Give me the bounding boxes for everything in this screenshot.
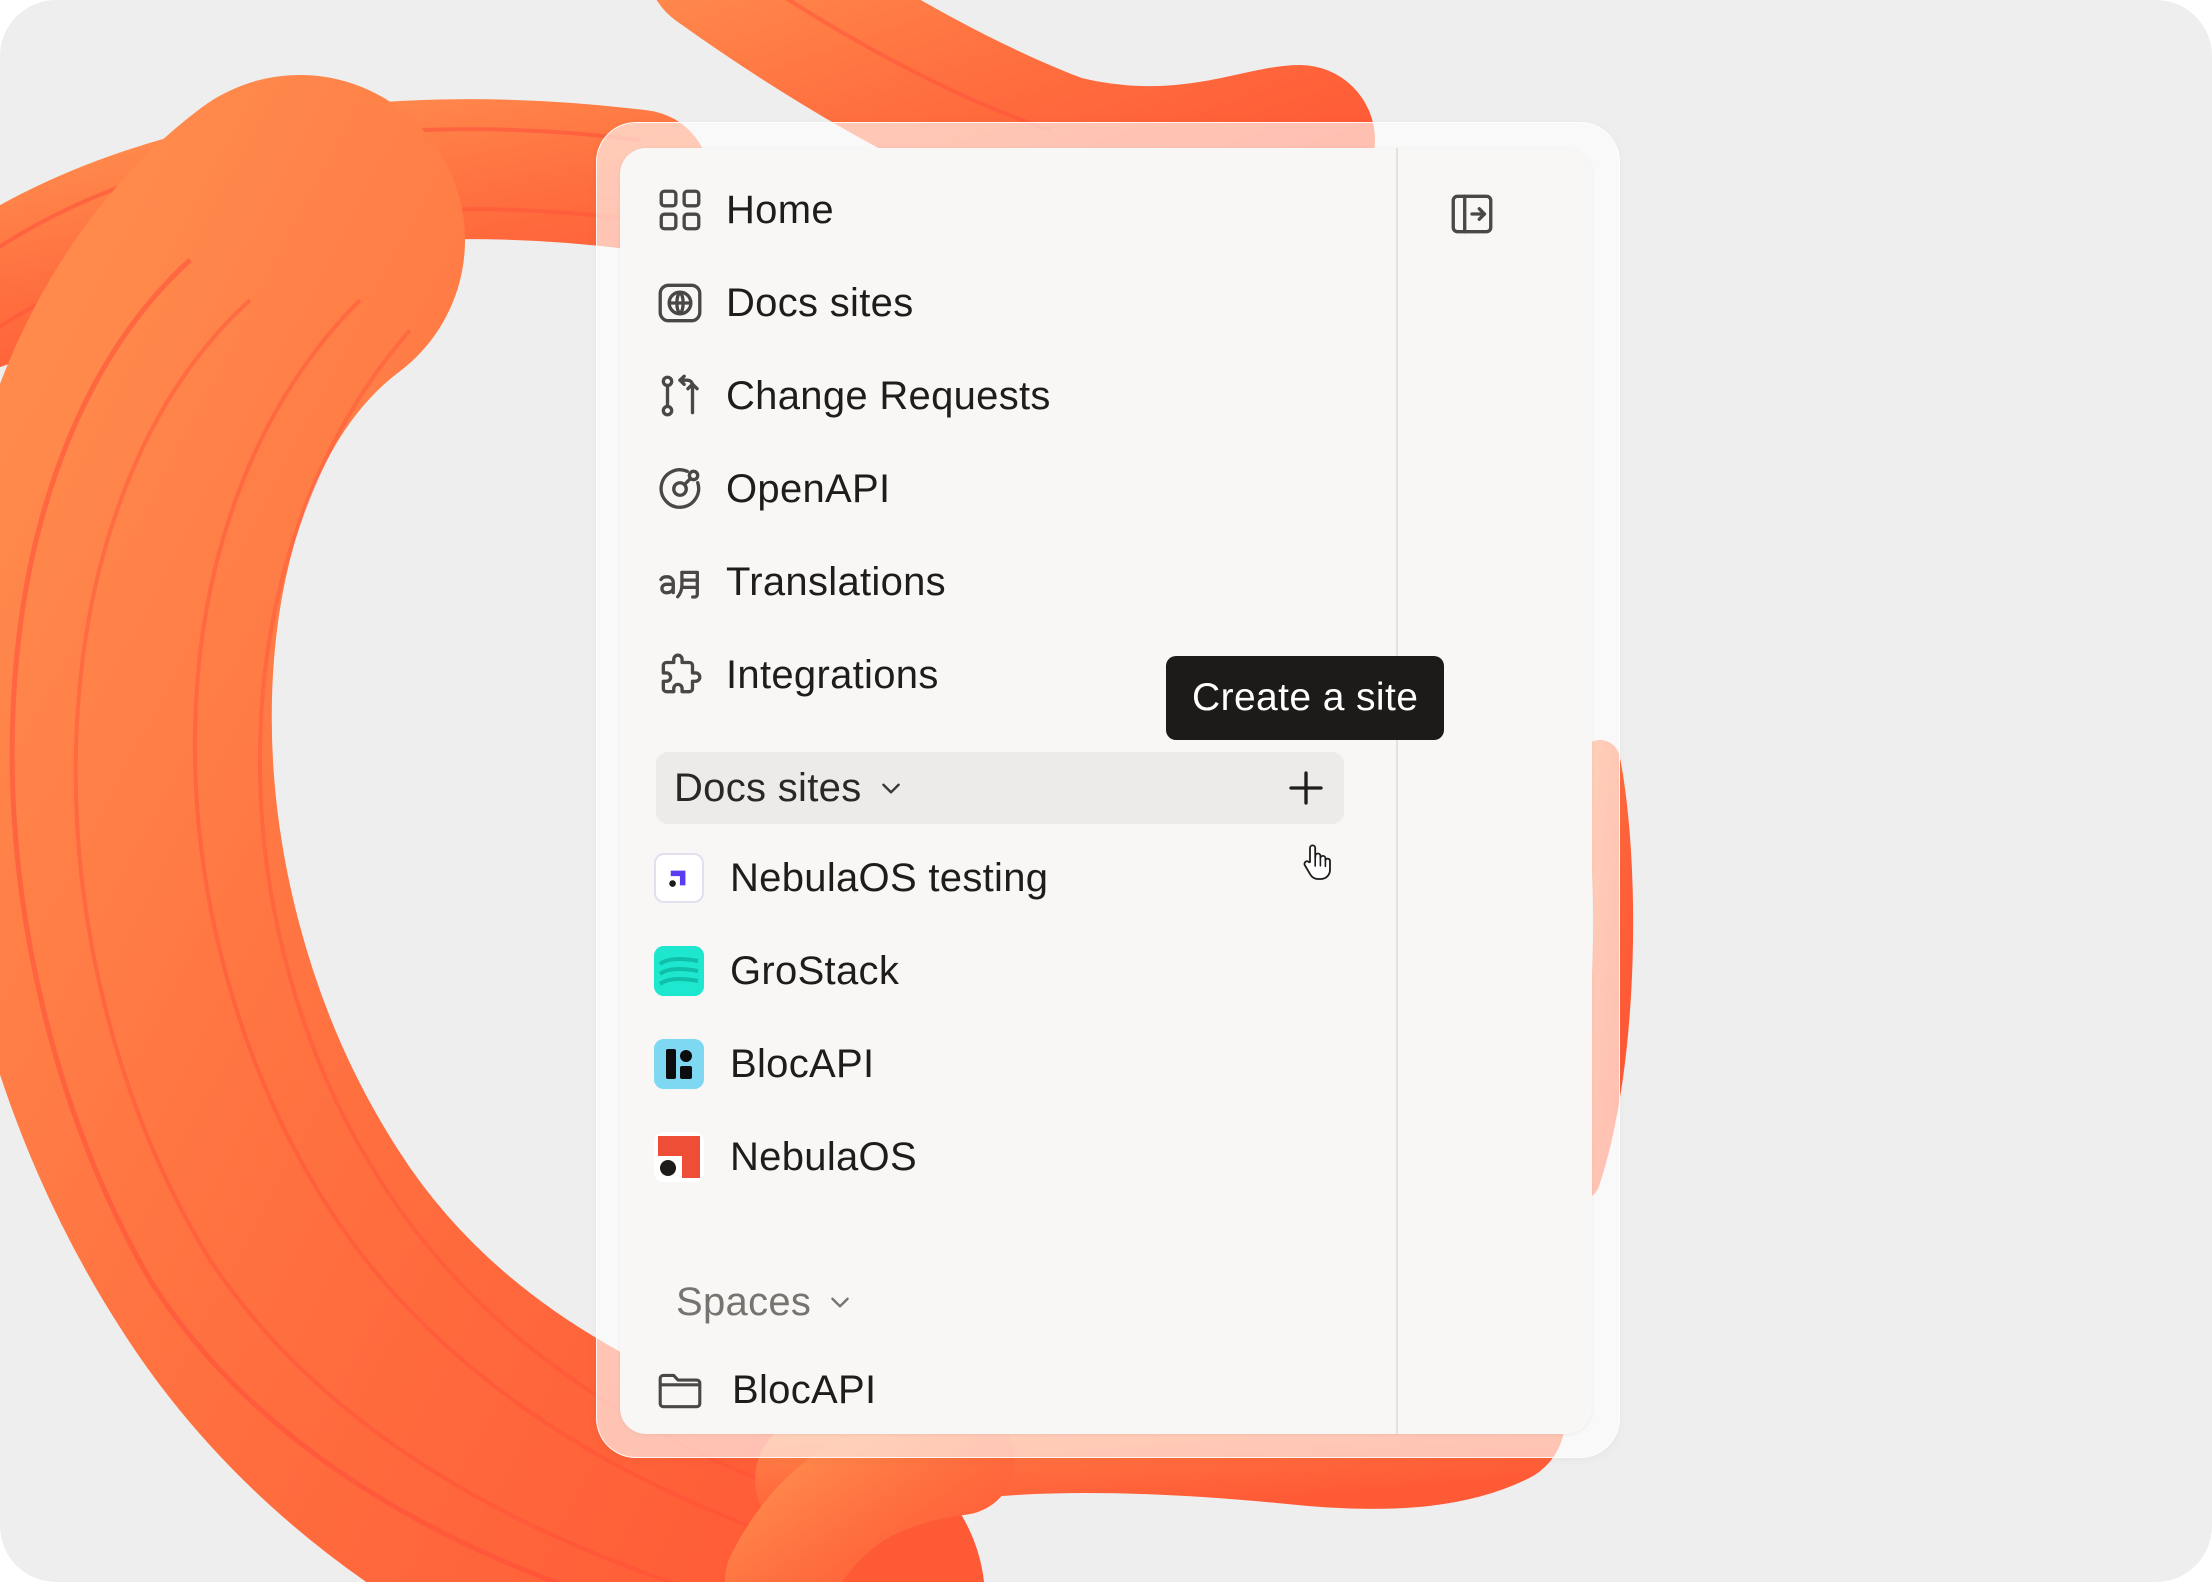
openapi-icon	[654, 463, 706, 515]
nav-item-docs-sites[interactable]: Docs sites	[654, 263, 1364, 343]
nav-item-change-requests[interactable]: Change Requests	[654, 356, 1364, 436]
chevron-down-icon	[827, 1287, 857, 1317]
nav-item-label: Home	[726, 187, 834, 232]
site-item-label: NebulaOS	[730, 1134, 917, 1179]
puzzle-icon	[654, 649, 706, 701]
create-site-button[interactable]	[1278, 760, 1334, 816]
nav-item-label: Integrations	[726, 652, 939, 697]
right-rail	[1400, 148, 1592, 1434]
site-item-label: GroStack	[730, 948, 900, 993]
branch-icon	[654, 370, 706, 422]
sidebar-panel: Home Docs sites Change Requests OpenAPI …	[620, 148, 1592, 1434]
nebulaos-logo	[654, 1132, 704, 1182]
nav-item-label: Translations	[726, 559, 946, 604]
site-item-nebulaos-testing[interactable]: NebulaOS testing	[654, 838, 1364, 918]
nav-item-translations[interactable]: Translations	[654, 542, 1364, 622]
site-item-label: NebulaOS testing	[730, 855, 1049, 900]
folder-icon	[654, 1364, 706, 1416]
translate-icon	[654, 556, 706, 608]
space-item-blocapi[interactable]: BlocAPI	[654, 1350, 1364, 1430]
globe-icon	[654, 277, 706, 329]
site-item-label: BlocAPI	[730, 1041, 875, 1086]
section-label: Docs sites	[674, 765, 862, 810]
site-item-grostack[interactable]: GroStack	[654, 931, 1364, 1011]
sidebar: Home Docs sites Change Requests OpenAPI …	[620, 148, 1398, 1434]
plus-icon	[1289, 771, 1323, 805]
grostack-logo	[654, 946, 704, 996]
hand-pointer-cursor-icon	[1303, 844, 1331, 880]
home-grid-icon	[654, 184, 706, 236]
blocapi-logo	[654, 1039, 704, 1089]
nav-item-openapi[interactable]: OpenAPI	[654, 449, 1364, 529]
nav-item-label: Change Requests	[726, 373, 1051, 418]
space-item-label: BlocAPI	[732, 1367, 877, 1412]
tooltip-label: Create a site	[1192, 676, 1419, 719]
docs-sites-section-header[interactable]: Docs sites	[656, 752, 1344, 824]
nebulaos-testing-logo	[654, 853, 704, 903]
canvas-background: Home Docs sites Change Requests OpenAPI …	[0, 0, 2212, 1582]
spaces-section-header[interactable]: Spaces	[620, 1266, 1308, 1338]
nav-item-home[interactable]: Home	[654, 170, 1364, 250]
site-item-blocapi[interactable]: BlocAPI	[654, 1024, 1364, 1104]
nav-item-label: Docs sites	[726, 280, 914, 325]
chevron-down-icon	[878, 773, 908, 803]
sidebar-expand-icon	[1451, 194, 1493, 234]
section-label: Spaces	[676, 1279, 812, 1324]
create-site-tooltip: Create a site	[1166, 656, 1445, 740]
collapse-sidebar-button[interactable]	[1446, 188, 1498, 240]
site-item-nebulaos[interactable]: NebulaOS	[654, 1117, 1364, 1197]
nav-item-label: OpenAPI	[726, 466, 891, 511]
